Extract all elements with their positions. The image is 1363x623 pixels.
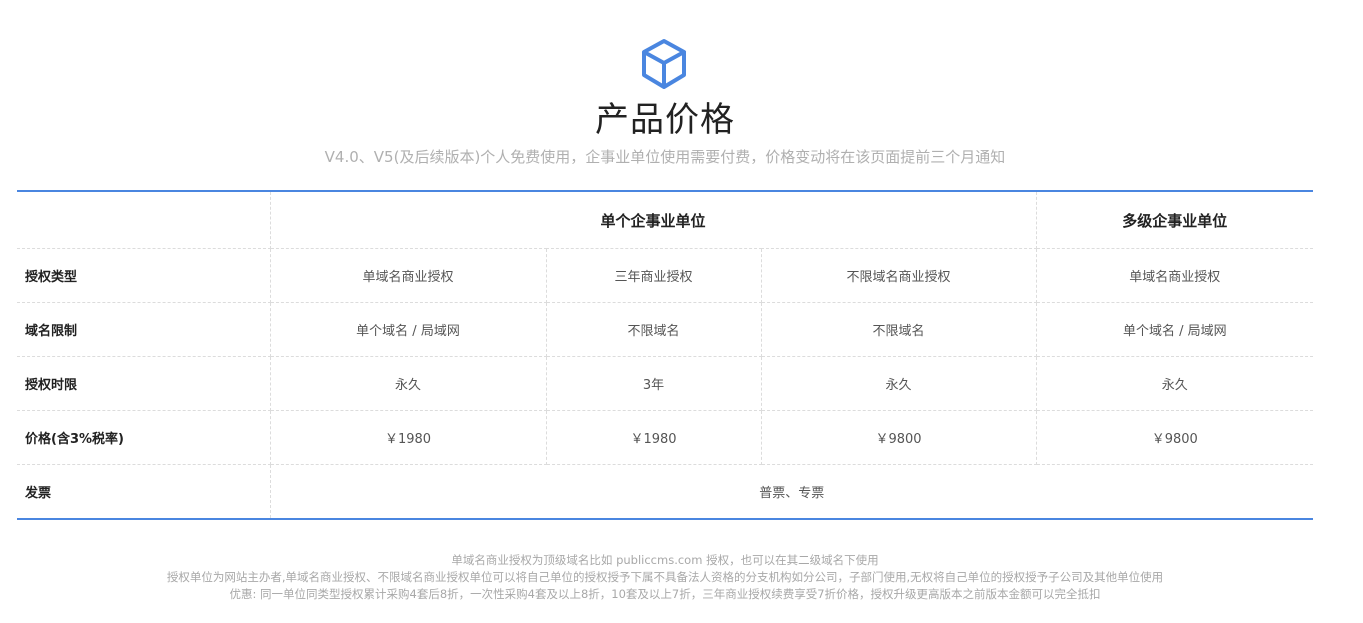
table-cell: 不限域名 [760,302,1037,357]
page-subtitle: V4.0、V5(及后续版本)个人免费使用，企事业单位使用需要付费，价格变动将在该… [324,148,1006,166]
table-cell: 不限域名 [545,302,762,357]
price-cell: ￥1980 [545,410,762,465]
table-cell: 永久 [269,356,547,411]
invoice-cell: 普票、专票 [269,464,1314,519]
table-cell: 永久 [1035,356,1314,411]
footnote-line: 单域名商业授权为顶级域名比如 publiccms.com 授权，也可以在其二级域… [451,553,879,567]
table-row: 授权时限 永久 3年 永久 永久 [17,356,1314,411]
cube-icon [642,39,686,89]
row-label: 域名限制 [17,302,271,357]
table-cell: 三年商业授权 [545,248,762,303]
table-header-row: 单个企事业单位 多级企事业单位 [17,191,1314,249]
row-label: 授权类型 [17,248,271,303]
table-cell: 单个域名 / 局域网 [269,302,547,357]
table-cell: 单域名商业授权 [269,248,547,303]
footnote-line: 授权单位为网站主办者,单域名商业授权、不限域名商业授权单位可以将自己单位的授权授… [166,570,1164,584]
table-cell: 不限域名商业授权 [760,248,1037,303]
table-row-invoice: 发票 普票、专票 [17,464,1314,519]
table-row: 价格(含3%税率) ￥1980 ￥1980 ￥9800 ￥9800 [17,410,1314,465]
page-title: 产品价格 [595,100,735,140]
footnotes: 单域名商业授权为顶级域名比如 publiccms.com 授权，也可以在其二级域… [0,552,1330,603]
row-label: 发票 [17,464,271,519]
table-cell: 永久 [760,356,1037,411]
table-cell: 单个域名 / 局域网 [1035,302,1314,357]
header-multi-unit: 多级企事业单位 [1035,191,1314,249]
table-row: 域名限制 单个域名 / 局域网 不限域名 不限域名 单个域名 / 局域网 [17,302,1314,357]
header-single-unit: 单个企事业单位 [269,191,1037,249]
row-label: 授权时限 [17,356,271,411]
price-cell: ￥1980 [269,410,547,465]
row-label: 价格(含3%税率) [17,410,271,465]
price-cell: ￥9800 [760,410,1037,465]
header-empty-cell [17,191,271,249]
table-cell: 3年 [545,356,762,411]
footnote-line: 优惠: 同一单位同类型授权累计采购4套后8折，一次性采购4套及以上8折，10套及… [229,587,1101,601]
price-table: 单个企事业单位 多级企事业单位 授权类型 单域名商业授权 三年商业授权 不限域名… [17,190,1314,520]
table-cell: 单域名商业授权 [1035,248,1314,303]
price-cell: ￥9800 [1035,410,1314,465]
table-row: 授权类型 单域名商业授权 三年商业授权 不限域名商业授权 单域名商业授权 [17,248,1314,303]
